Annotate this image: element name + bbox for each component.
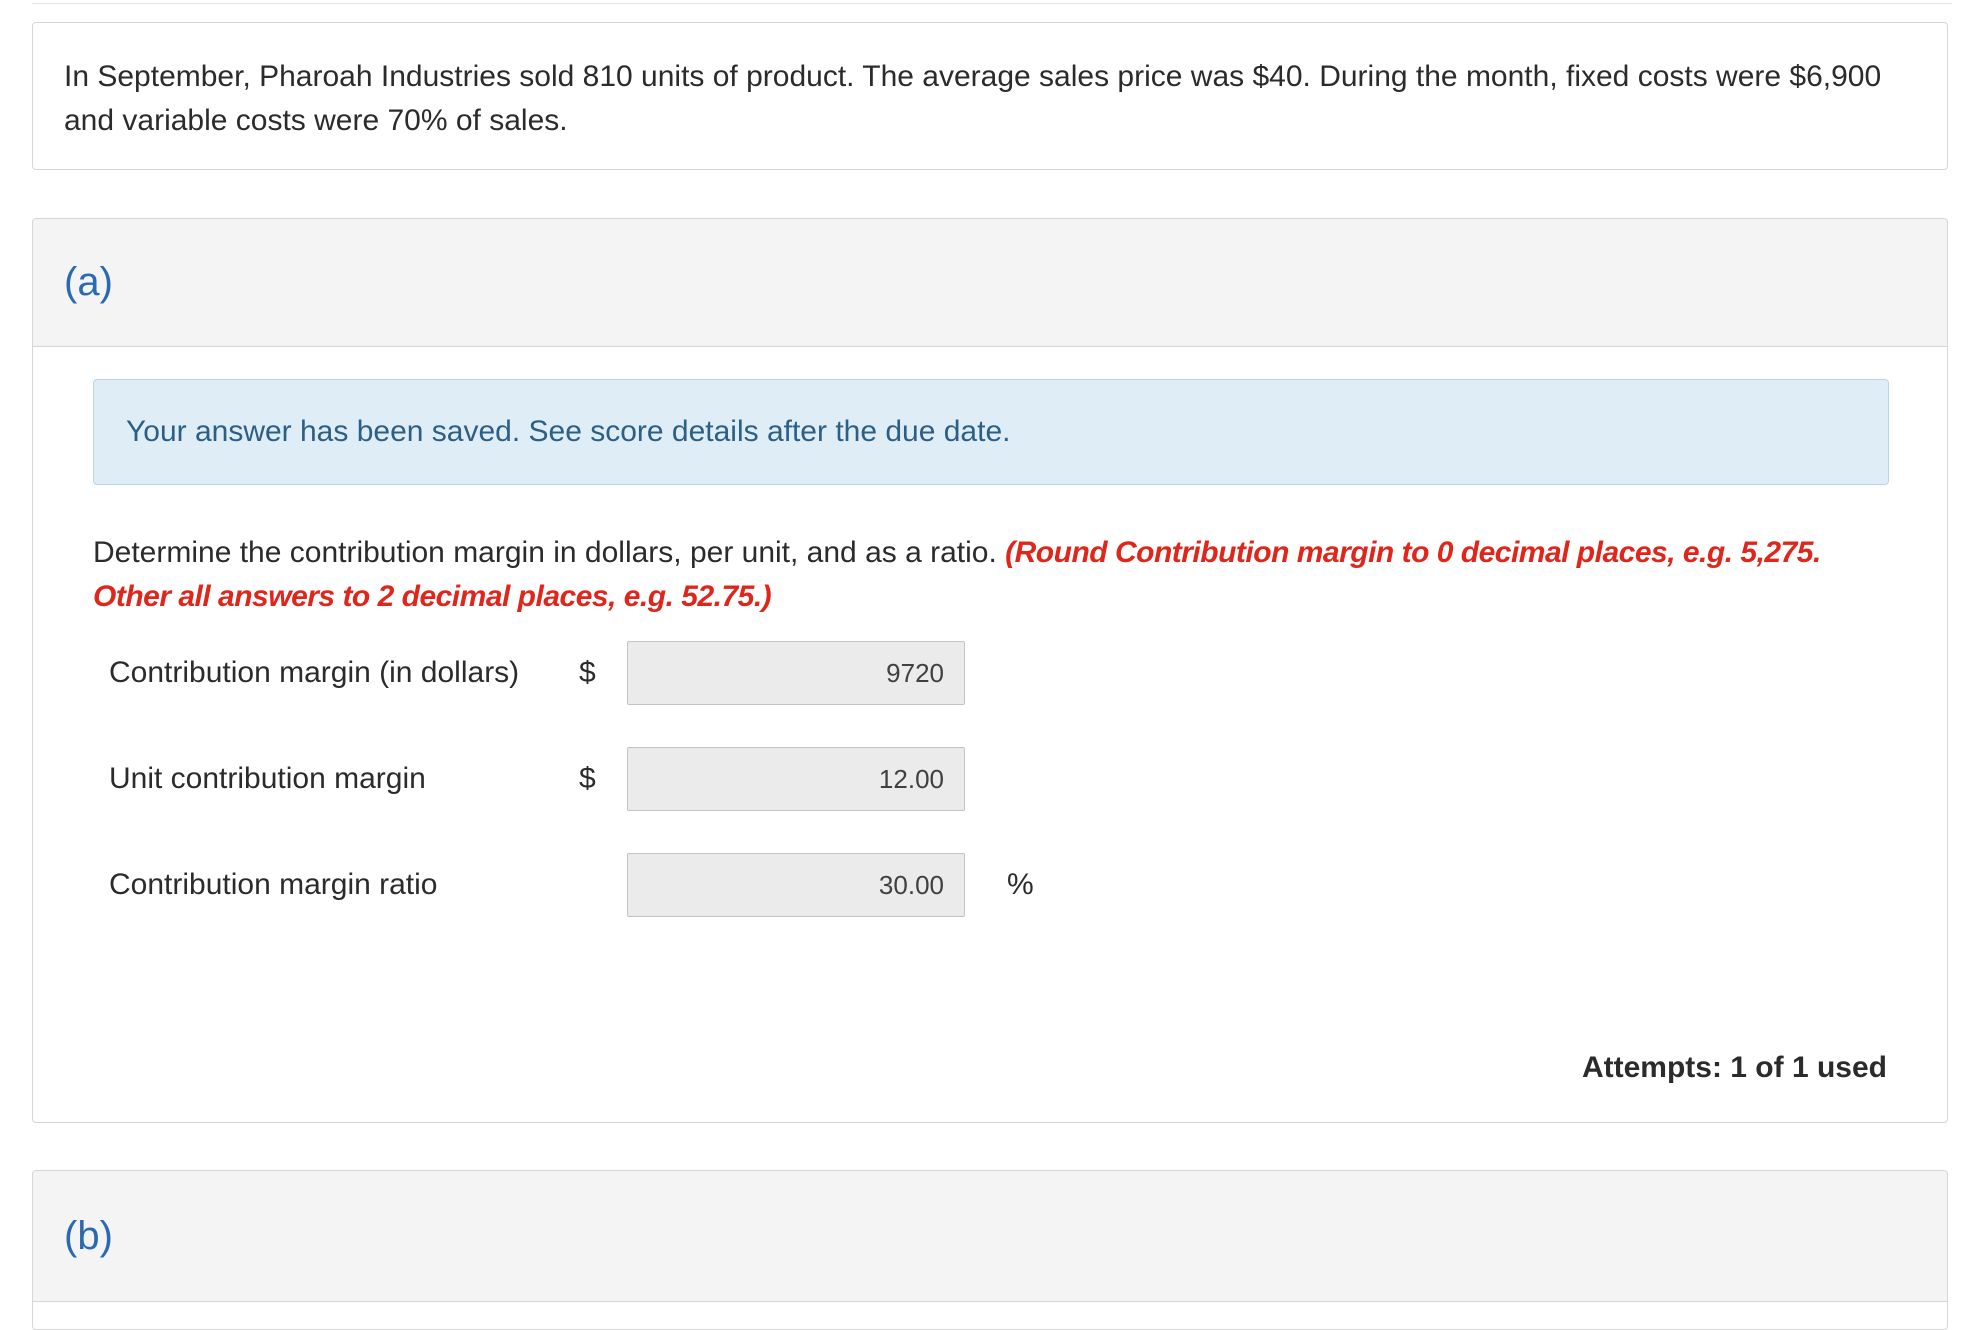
row-label: Contribution margin ratio [109,868,438,901]
row-label: Contribution margin (in dollars) [109,656,520,689]
problem-statement: In September, Pharoah Industries sold 81… [32,22,1948,170]
percent-sign: % [1007,868,1034,901]
part-b-label: (b) [64,1213,113,1258]
problem-text: In September, Pharoah Industries sold 81… [64,60,1882,137]
instruction-text: Determine the contribution margin in dol… [93,536,997,569]
part-b-header: (b) [33,1171,1947,1302]
dollar-sign: $ [579,762,596,795]
input-value: 30.00 [878,869,944,900]
saved-alert-text: Your answer has been saved. See score de… [126,415,1011,448]
contribution-margin-ratio-input[interactable]: 30.00 [627,853,965,917]
question-part-a: (a) Your answer has been saved. See scor… [32,218,1948,1123]
part-a-header: (a) [33,219,1947,347]
input-value: 9720 [886,657,944,688]
saved-alert: Your answer has been saved. See score de… [93,379,1889,485]
answer-row-unit-contribution-margin: Unit contribution margin $ 12.00 [109,747,965,811]
attempts-counter: Attempts: 1 of 1 used [1581,1051,1887,1084]
top-divider [32,0,1952,4]
question-part-b: (b) [32,1170,1948,1330]
answer-row-contribution-margin: Contribution margin (in dollars) $ 9720 [109,641,965,705]
answer-row-contribution-margin-ratio: Contribution margin ratio 30.00 % [109,853,1034,917]
dollar-sign: $ [579,656,596,689]
contribution-margin-input[interactable]: 9720 [627,641,965,705]
question-instructions: Determine the contribution margin in dol… [93,531,1893,619]
row-label: Unit contribution margin [109,762,426,795]
input-value: 12.00 [878,763,944,794]
unit-contribution-margin-input[interactable]: 12.00 [627,747,965,811]
part-a-label: (a) [64,260,113,304]
